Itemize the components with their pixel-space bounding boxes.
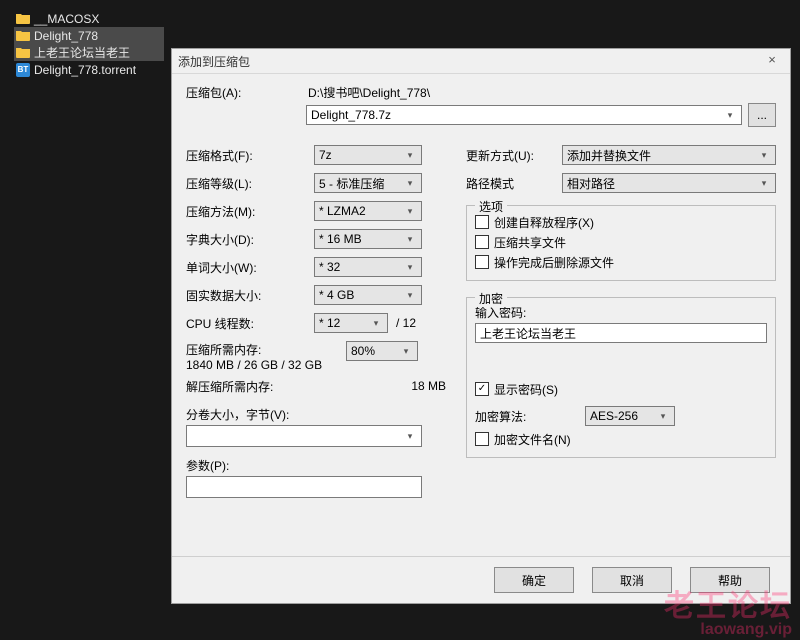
encryption-fieldset: 加密 输入密码: 上老王论坛当老王 ✓ 显示密码(S) 加密算法: AES-25… [466, 297, 776, 458]
checkbox-icon [475, 432, 489, 446]
chevron-down-icon: ▾ [403, 150, 417, 161]
split-label: 分卷大小，字节(V): [186, 406, 448, 423]
params-input[interactable] [186, 476, 422, 498]
ok-button[interactable]: 确定 [494, 567, 574, 593]
tree-item-label: Delight_778.torrent [34, 63, 136, 77]
enc-algo-dropdown[interactable]: AES-256▾ [585, 406, 675, 426]
dict-dropdown[interactable]: * 16 MB▾ [314, 229, 422, 249]
format-label: 压缩格式(F): [186, 147, 314, 164]
shared-checkbox[interactable]: 压缩共享文件 [475, 232, 767, 252]
level-label: 压缩等级(L): [186, 175, 314, 192]
password-label: 输入密码: [475, 304, 767, 321]
update-mode-label: 更新方式(U): [466, 147, 562, 164]
encrypt-names-checkbox[interactable]: 加密文件名(N) [475, 429, 767, 449]
mem-unpack-value: 18 MB [346, 379, 448, 393]
tree-item-delight778[interactable]: Delight_778 [14, 27, 164, 44]
threads-label: CPU 线程数: [186, 315, 314, 332]
method-label: 压缩方法(M): [186, 203, 314, 220]
chevron-down-icon: ▾ [403, 178, 417, 189]
tree-item-label: __MACOSX [34, 12, 99, 26]
options-fieldset: 选项 创建自释放程序(X) 压缩共享文件 操作完成后删除源文件 [466, 205, 776, 281]
show-password-checkbox[interactable]: ✓ 显示密码(S) [475, 379, 767, 399]
chevron-down-icon: ▾ [757, 178, 771, 189]
folder-icon [16, 46, 30, 60]
chevron-down-icon: ▾ [656, 411, 670, 422]
options-legend: 选项 [475, 198, 507, 215]
folder-icon [16, 29, 30, 43]
tree-item-label: 上老王论坛当老王 [34, 44, 130, 61]
file-tree: __MACOSX Delight_778 上老王论坛当老王 BT Delight… [14, 10, 164, 78]
archive-label: 压缩包(A): [186, 84, 306, 101]
add-to-archive-dialog: 添加到压缩包 × 压缩包(A): D:\搜书吧\Delight_778\ Del… [171, 48, 791, 604]
dialog-button-bar: 确定 取消 帮助 [172, 556, 790, 603]
watermark-en: laowang.vip [664, 622, 792, 638]
path-mode-dropdown[interactable]: 相对路径▾ [562, 173, 776, 193]
archive-name-value: Delight_778.7z [311, 108, 391, 122]
mem-pack-pct-dropdown[interactable]: 80%▾ [346, 341, 418, 361]
mem-unpack-label: 解压缩所需内存: [186, 378, 346, 395]
split-size-combo[interactable]: ▾ [186, 425, 422, 447]
password-input[interactable]: 上老王论坛当老王 [475, 323, 767, 343]
level-dropdown[interactable]: 5 - 标准压缩▾ [314, 173, 422, 193]
chevron-down-icon: ▾ [403, 431, 417, 442]
checkbox-icon: ✓ [475, 382, 489, 396]
mem-pack-detail: 1840 MB / 26 GB / 32 GB [186, 358, 346, 372]
tree-item-torrent[interactable]: BT Delight_778.torrent [14, 61, 164, 78]
word-label: 单词大小(W): [186, 259, 314, 276]
dialog-titlebar: 添加到压缩包 × [172, 49, 790, 74]
chevron-down-icon: ▾ [403, 290, 417, 301]
encryption-legend: 加密 [475, 290, 507, 307]
torrent-icon: BT [16, 63, 30, 77]
enc-algo-label: 加密算法: [475, 408, 585, 425]
params-label: 参数(P): [186, 457, 448, 474]
solid-dropdown[interactable]: * 4 GB▾ [314, 285, 422, 305]
tree-item-laowang[interactable]: 上老王论坛当老王 [14, 44, 164, 61]
word-dropdown[interactable]: * 32▾ [314, 257, 422, 277]
threads-dropdown[interactable]: * 12▾ [314, 313, 388, 333]
path-mode-label: 路径模式 [466, 175, 562, 192]
archive-name-combo[interactable]: Delight_778.7z ▾ [306, 105, 742, 125]
chevron-down-icon: ▾ [403, 234, 417, 245]
chevron-down-icon: ▾ [403, 262, 417, 273]
checkbox-icon [475, 215, 489, 229]
browse-button[interactable]: ... [748, 103, 776, 127]
tree-item-label: Delight_778 [34, 29, 98, 43]
sfx-checkbox[interactable]: 创建自释放程序(X) [475, 212, 767, 232]
tree-item-macosx[interactable]: __MACOSX [14, 10, 164, 27]
checkbox-icon [475, 235, 489, 249]
chevron-down-icon: ▾ [399, 346, 413, 357]
chevron-down-icon: ▾ [403, 206, 417, 217]
checkbox-icon [475, 255, 489, 269]
chevron-down-icon: ▾ [723, 110, 737, 121]
method-dropdown[interactable]: * LZMA2▾ [314, 201, 422, 221]
format-dropdown[interactable]: 7z▾ [314, 145, 422, 165]
chevron-down-icon: ▾ [757, 150, 771, 161]
threads-total: / 12 [396, 316, 416, 330]
dialog-title: 添加到压缩包 [178, 53, 250, 70]
chevron-down-icon: ▾ [369, 318, 383, 329]
delete-after-checkbox[interactable]: 操作完成后删除源文件 [475, 252, 767, 272]
archive-path-crumb: D:\搜书吧\Delight_778\ [308, 84, 776, 101]
solid-label: 固实数据大小: [186, 287, 314, 304]
folder-icon [16, 12, 30, 26]
dict-label: 字典大小(D): [186, 231, 314, 248]
update-mode-dropdown[interactable]: 添加并替换文件▾ [562, 145, 776, 165]
close-icon[interactable]: × [758, 51, 786, 69]
help-button[interactable]: 帮助 [690, 567, 770, 593]
cancel-button[interactable]: 取消 [592, 567, 672, 593]
mem-pack-label: 压缩所需内存: [186, 341, 346, 358]
